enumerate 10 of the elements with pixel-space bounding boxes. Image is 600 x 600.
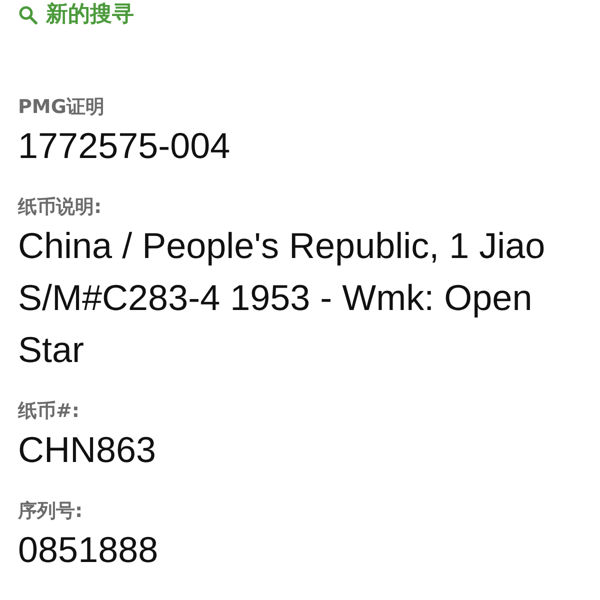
field-value: 1772575-004 [18,124,230,168]
new-search-link[interactable]: 新的搜寻 [18,0,582,28]
field-label: 纸币#: [18,399,81,424]
search-icon [18,5,38,25]
field-label: PMG证明 [18,95,106,120]
field-label: 序列号: [18,499,84,524]
field-value: China / People's Republic, 1 Jiao S/M#C283-4 1953 - Wmk: Open Star [18,224,546,372]
field-value: CHN863 [18,428,156,472]
field-label: 纸币说明: [18,195,103,220]
field-value: 0851888 [18,528,158,572]
